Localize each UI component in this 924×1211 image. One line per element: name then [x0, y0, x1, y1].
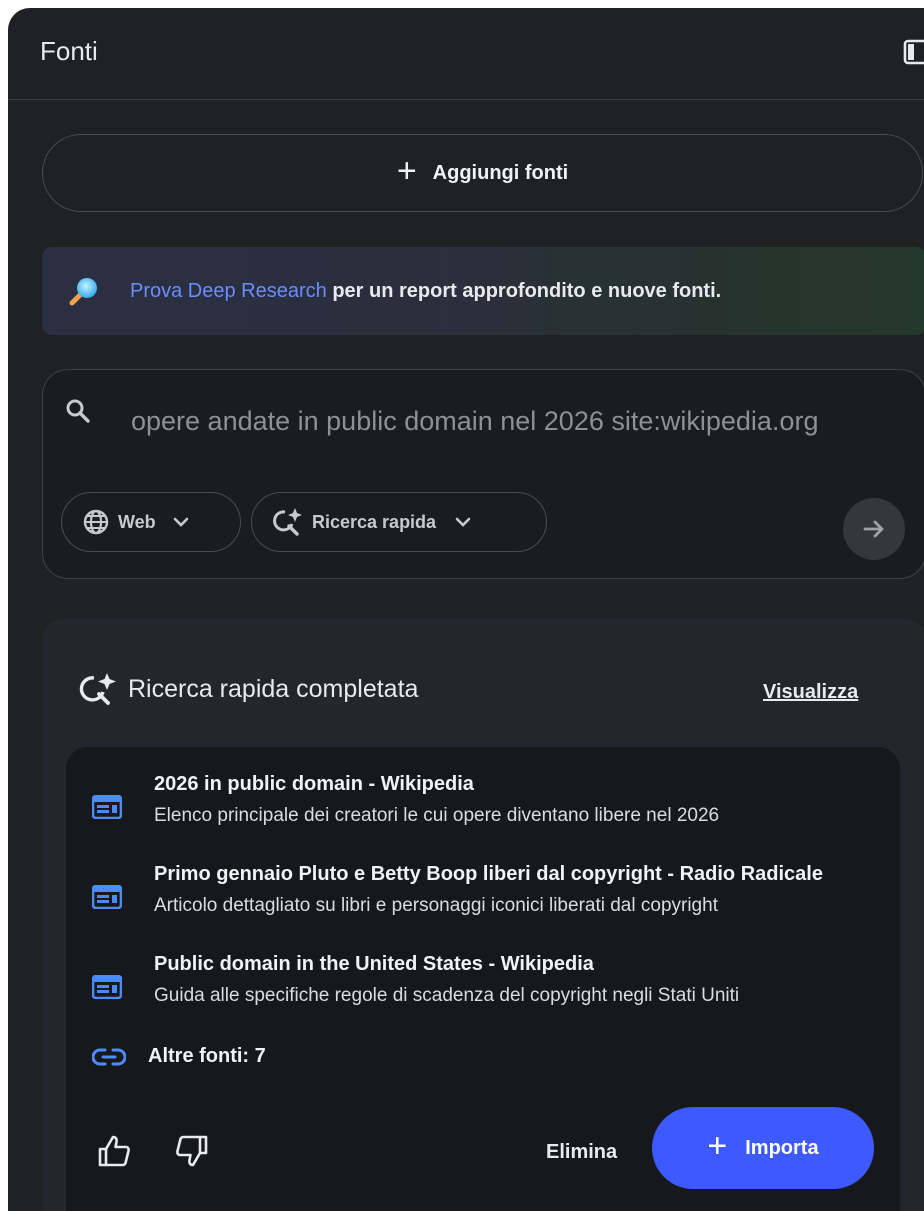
search-icon: [66, 399, 90, 423]
source-search-box[interactable]: opere andate in public domain nel 2026 s…: [42, 369, 924, 579]
submit-search-button[interactable]: [843, 498, 905, 560]
web-page-icon: [92, 885, 122, 909]
source-description: Elenco principale dei creatori le cui op…: [154, 805, 720, 826]
source-item[interactable]: Public domain in the United States - Wik…: [92, 953, 882, 1023]
promo-text: Prova Deep Research per un report approf…: [130, 280, 721, 303]
plus-icon: +: [396, 152, 417, 190]
web-page-icon: [92, 795, 122, 819]
source-item[interactable]: Primo gennaio Pluto e Betty Boop liberi …: [92, 863, 882, 933]
source-title: 2026 in public domain - Wikipedia: [154, 773, 474, 795]
sources-list-container: 2026 in public domain - Wikipedia Elenco…: [66, 747, 900, 1211]
globe-icon: [83, 509, 109, 535]
chevron-down-icon: [173, 517, 188, 527]
web-chip-label: Web: [118, 511, 156, 532]
result-title: Ricerca rapida completata: [128, 675, 419, 703]
search-source-web-dropdown[interactable]: Web: [61, 492, 241, 552]
web-page-icon: [92, 975, 122, 999]
source-description: Guida alle specifiche regole di scadenza…: [154, 985, 740, 1006]
add-sources-button[interactable]: + Aggiungi fonti: [42, 134, 923, 212]
collapse-panel-icon[interactable]: [903, 38, 924, 66]
deep-research-banner: Prova Deep Research per un report approf…: [42, 247, 924, 335]
panel-header: Fonti: [8, 8, 924, 100]
add-sources-label: Aggiungi fonti: [432, 161, 569, 184]
sources-panel: Fonti + Aggiungi fonti Prova Deep Resear…: [8, 8, 924, 1211]
mode-chip-label: Ricerca rapida: [312, 511, 437, 532]
magnifier-research-icon: [69, 278, 97, 306]
plus-icon: +: [707, 1127, 728, 1165]
search-mode-dropdown[interactable]: Ricerca rapida: [251, 492, 547, 552]
link-icon: [92, 1048, 126, 1065]
arrow-right-icon: [863, 520, 884, 538]
source-title: Primo gennaio Pluto e Betty Boop liberi …: [154, 863, 823, 885]
source-description: Articolo dettagliato su libri e personag…: [154, 895, 718, 916]
more-sources-label: Altre fonti: 7: [148, 1045, 266, 1067]
thumbs-down-icon[interactable]: [174, 1133, 210, 1169]
source-item[interactable]: 2026 in public domain - Wikipedia Elenco…: [92, 773, 882, 843]
thumbs-up-icon[interactable]: [96, 1133, 132, 1169]
sparkle-search-icon: [79, 673, 116, 705]
promo-description: per un report approfondito e nuove fonti…: [326, 279, 722, 302]
fast-research-result-card: Ricerca rapida completata Visualizza 202…: [42, 619, 924, 1211]
search-query-input[interactable]: opere andate in public domain nel 2026 s…: [131, 400, 831, 442]
import-button[interactable]: + Importa: [652, 1107, 874, 1189]
view-results-link[interactable]: Visualizza: [763, 681, 858, 704]
delete-button[interactable]: Elimina: [546, 1141, 617, 1164]
source-title: Public domain in the United States - Wik…: [154, 953, 594, 975]
import-label: Importa: [745, 1136, 819, 1159]
more-sources-link[interactable]: Altre fonti: 7: [92, 1045, 266, 1068]
deep-research-link[interactable]: Prova Deep Research: [130, 280, 327, 302]
sparkle-search-icon: [273, 508, 302, 536]
chevron-down-icon: [455, 517, 471, 527]
panel-title: Fonti: [40, 36, 98, 66]
